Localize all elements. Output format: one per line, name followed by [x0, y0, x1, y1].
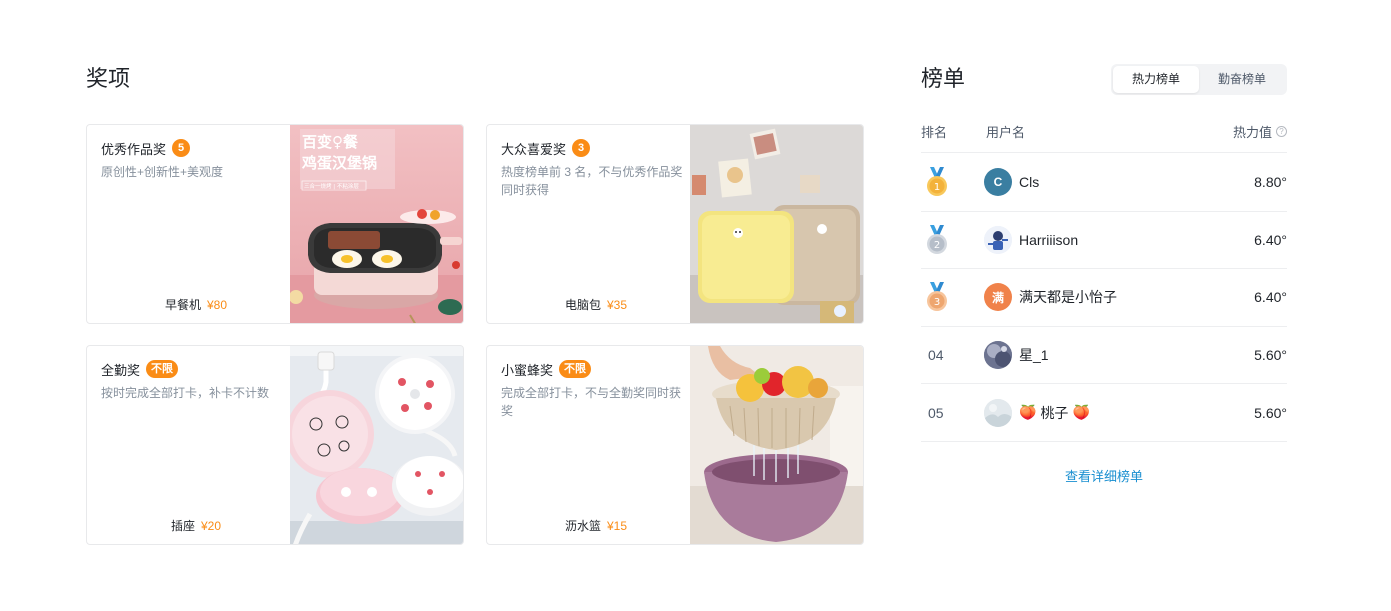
leaderboard-row[interactable]: 05 🍑 桃子 🍑 5.60°	[921, 384, 1287, 442]
column-rank: 排名	[921, 125, 948, 140]
avatar[interactable]	[984, 341, 1012, 370]
prize-name: 插座	[170, 519, 195, 533]
drain-basket-image	[690, 346, 863, 544]
award-name: 大众喜爱奖	[501, 141, 567, 157]
awards-section: 奖项 优秀作品奖 5 原创性+创新性+美观度 早餐机 ¥80 百变♀餐 鸡蛋汉堡…	[86, 64, 866, 545]
award-info: 小蜜蜂奖 不限 完成全部打卡，不与全勤奖同时获奖 沥水篮 ¥15	[501, 358, 691, 534]
avatar-photo	[984, 341, 1012, 370]
award-name: 小蜜蜂奖	[501, 362, 554, 378]
award-name-row: 小蜜蜂奖 不限	[501, 358, 691, 380]
prize-price: ¥35	[606, 298, 628, 312]
image-text-line1: 百变♀餐	[302, 133, 359, 151]
award-card-little-bee[interactable]: 小蜜蜂奖 不限 完成全部打卡，不与全勤奖同时获奖 沥水篮 ¥15	[486, 345, 864, 545]
heat-value: 6.40°	[1254, 289, 1287, 306]
award-description: 按时完成全部打卡，补卡不计数	[101, 386, 270, 400]
rank-number: 04	[928, 347, 944, 364]
award-prize: 插座 ¥20	[101, 517, 291, 534]
awards-title: 奖项	[86, 66, 131, 91]
power-socket-image	[290, 346, 463, 544]
heat-value: 5.60°	[1254, 347, 1287, 364]
award-prize: 电脑包 ¥35	[501, 296, 691, 313]
prize-name: 早餐机	[164, 298, 201, 312]
svg-text:2: 2	[934, 240, 940, 251]
award-card-full-attendance[interactable]: 全勤奖 不限 按时完成全部打卡，补卡不计数 插座 ¥20	[86, 345, 464, 545]
award-count-badge: 不限	[146, 360, 179, 378]
leaderboard-row[interactable]: 3 满 满天都是小怡子 6.40°	[921, 269, 1287, 327]
award-prize: 早餐机 ¥80	[101, 296, 291, 313]
avatar-photo	[984, 398, 1012, 427]
award-count-badge: 3	[572, 139, 591, 157]
column-heat: 热力值 ?	[1233, 122, 1287, 141]
username-text: 桃子	[1040, 404, 1069, 421]
award-description: 完成全部打卡，不与全勤奖同时获奖	[501, 386, 682, 418]
username[interactable]: 星_1	[1019, 345, 1049, 365]
rank-cell: 1	[921, 167, 953, 197]
award-info: 大众喜爱奖 3 热度榜单前 3 名，不与优秀作品奖同时获得 电脑包 ¥35	[501, 137, 691, 313]
laptop-bag-image	[690, 125, 863, 323]
award-description: 热度榜单前 3 名，不与优秀作品奖同时获得	[501, 165, 683, 197]
username[interactable]: 🍑 桃子 🍑	[1019, 403, 1094, 423]
bronze-medal-icon: 3	[927, 282, 947, 312]
prize-name: 电脑包	[564, 298, 601, 312]
award-name: 优秀作品奖	[101, 141, 167, 157]
leaderboard-header: 排名 用户名 热力值 ?	[921, 122, 1287, 153]
username[interactable]: Cls	[1019, 174, 1039, 190]
image-text-line3: 三合一烧烤 | 不粘涂层	[304, 182, 359, 190]
heat-value: 5.60°	[1254, 404, 1287, 421]
image-text-line2: 鸡蛋汉堡锅	[301, 154, 377, 172]
award-info: 全勤奖 不限 按时完成全部打卡，补卡不计数 插座 ¥20	[101, 358, 291, 534]
award-description: 原创性+创新性+美观度	[101, 165, 224, 179]
heat-value: 6.40°	[1254, 231, 1287, 248]
avatar-illustration	[984, 225, 1012, 254]
tab-heat-ranking[interactable]: 热力榜单	[1113, 66, 1199, 93]
column-username: 用户名	[986, 125, 1026, 140]
column-heat-label: 热力值	[1232, 125, 1272, 140]
award-name-row: 大众喜爱奖 3	[501, 137, 691, 159]
prize-price: ¥80	[206, 298, 228, 312]
peach-emoji-suffix: 🍑	[1072, 404, 1090, 421]
avatar[interactable]	[984, 225, 1012, 254]
peach-emoji-prefix: 🍑	[1019, 404, 1037, 421]
gold-medal-icon: 1	[927, 167, 947, 197]
tab-diligence-ranking[interactable]: 勤奋榜单	[1199, 66, 1285, 93]
award-name-row: 优秀作品奖 5	[101, 137, 291, 159]
award-name: 全勤奖	[101, 362, 141, 378]
question-circle-icon[interactable]: ?	[1276, 126, 1287, 137]
breakfast-machine-image: 百变♀餐 鸡蛋汉堡锅 三合一烧烤 | 不粘涂层	[290, 125, 463, 323]
view-detailed-ranking-link[interactable]: 查看详细榜单	[921, 466, 1287, 485]
username[interactable]: Harriiison	[1019, 232, 1078, 248]
leaderboard-tabs: 热力榜单 勤奋榜单	[1111, 64, 1287, 95]
leaderboard-row[interactable]: 2 Harriiison 6.40°	[921, 212, 1287, 270]
avatar[interactable]: 满	[984, 283, 1012, 312]
leaderboard-rows: 1 C Cls 8.80° 2 Harriiison 6.40° 3 满 满天都…	[921, 154, 1287, 442]
rank-number: 05	[928, 404, 944, 421]
award-card-excellent-work[interactable]: 优秀作品奖 5 原创性+创新性+美观度 早餐机 ¥80 百变♀餐 鸡蛋汉堡锅 三…	[86, 124, 464, 324]
award-name-row: 全勤奖 不限	[101, 358, 291, 380]
award-info: 优秀作品奖 5 原创性+创新性+美观度 早餐机 ¥80	[101, 137, 291, 313]
avatar[interactable]: C	[984, 168, 1012, 197]
username[interactable]: 满天都是小怡子	[1019, 287, 1117, 307]
prize-price: ¥20	[200, 519, 222, 533]
svg-text:3: 3	[934, 297, 940, 308]
leaderboard-row[interactable]: 04 星_1 5.60°	[921, 327, 1287, 385]
silver-medal-icon: 2	[927, 224, 947, 254]
leaderboard-row[interactable]: 1 C Cls 8.80°	[921, 154, 1287, 212]
leaderboard-section: 榜单 热力榜单 勤奋榜单 排名 用户名 热力值 ? 1 C Cls 8.80°	[921, 64, 1287, 484]
rank-cell: 3	[921, 282, 953, 312]
heat-value: 8.80°	[1254, 174, 1287, 191]
award-card-popular[interactable]: 大众喜爱奖 3 热度榜单前 3 名，不与优秀作品奖同时获得 电脑包 ¥35	[486, 124, 864, 324]
rank-cell: 2	[921, 224, 953, 255]
svg-text:1: 1	[934, 182, 940, 193]
award-count-badge: 5	[172, 139, 191, 157]
avatar[interactable]	[984, 398, 1012, 427]
award-count-badge: 不限	[559, 360, 592, 378]
award-prize: 沥水篮 ¥15	[501, 517, 691, 534]
prize-price: ¥15	[606, 519, 628, 533]
prize-name: 沥水篮	[564, 519, 601, 533]
